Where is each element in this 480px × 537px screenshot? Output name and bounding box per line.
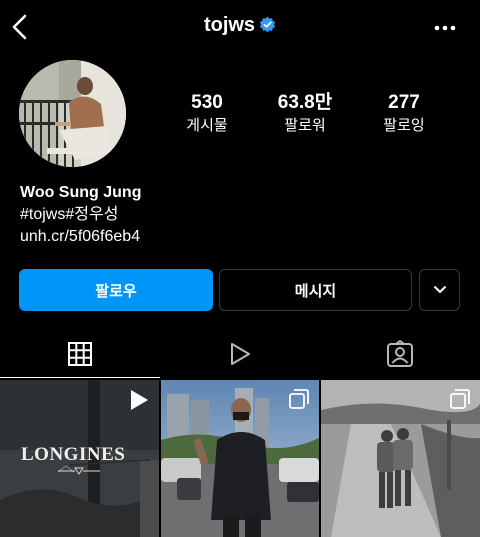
play-icon [131, 390, 148, 410]
more-options-button[interactable] [432, 18, 458, 38]
follow-button[interactable]: 팔로우 [19, 269, 213, 311]
carousel-icon [450, 389, 470, 409]
bio-link[interactable]: unh.cr/5f06f6eb4 [20, 226, 141, 248]
following-count: 277 [388, 92, 420, 113]
longines-logo: LONGINES [21, 444, 126, 465]
chevron-down-icon [433, 286, 446, 293]
grid-icon [68, 342, 92, 366]
post-tile[interactable]: LONGINES [0, 380, 159, 537]
bio-hashtags[interactable]: #tojws#정우성 [20, 204, 141, 226]
avatar-photo [19, 60, 126, 167]
reels-icon [231, 343, 250, 365]
followers-label: 팔로워 [284, 117, 326, 134]
posts-stat[interactable]: 530 게시물 [162, 91, 252, 136]
profile-header: tojws [0, 14, 480, 37]
profile-avatar[interactable] [19, 60, 126, 167]
posts-grid: LONGINES [0, 380, 480, 537]
posts-count: 530 [191, 92, 223, 113]
verified-badge-icon [259, 16, 276, 33]
tagged-icon [387, 340, 413, 367]
profile-bio: Woo Sung Jung #tojws#정우성 unh.cr/5f06f6eb… [20, 182, 141, 248]
followers-count: 63.8만 [277, 92, 333, 113]
tab-reels[interactable] [160, 330, 320, 378]
carousel-icon [289, 389, 309, 409]
message-button[interactable]: 메시지 [219, 269, 412, 311]
post-tile[interactable] [321, 380, 480, 537]
tab-tagged[interactable] [320, 330, 480, 378]
longines-wings-emblem [58, 467, 100, 475]
username-title: tojws [203, 14, 256, 36]
posts-label: 게시물 [186, 117, 228, 134]
profile-name: Woo Sung Jung [20, 184, 142, 201]
followers-stat[interactable]: 63.8만 팔로워 [260, 91, 350, 136]
following-stat[interactable]: 277 팔로잉 [359, 91, 449, 136]
suggested-accounts-button[interactable] [419, 269, 460, 311]
following-label: 팔로잉 [383, 117, 425, 134]
active-tab-indicator [0, 377, 160, 378]
top-bar: tojws [0, 0, 480, 56]
more-horizontal-icon [434, 25, 456, 31]
tab-posts-grid[interactable] [0, 330, 160, 378]
post-tile[interactable] [161, 380, 319, 537]
